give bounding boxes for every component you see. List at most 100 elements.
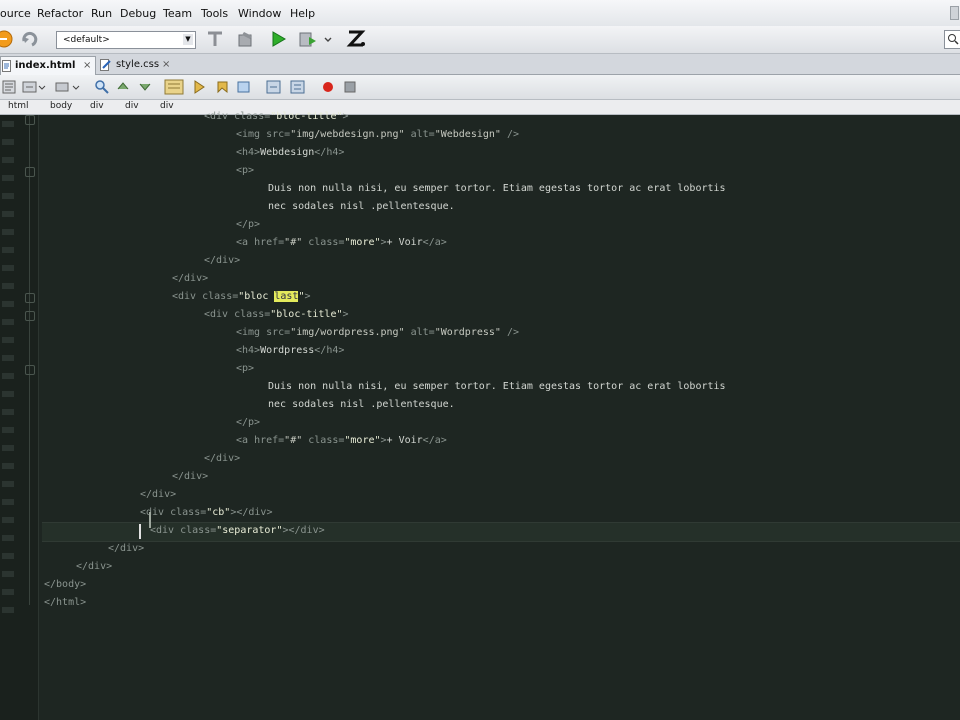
code-token: <div: [204, 309, 235, 320]
start-macro-recording-icon[interactable]: [320, 79, 336, 95]
window-control-handle[interactable]: [950, 6, 959, 20]
menu-tools[interactable]: Tools: [201, 7, 228, 20]
redo-icon[interactable]: [20, 29, 40, 49]
code-line[interactable]: </html>: [44, 594, 86, 612]
code-line[interactable]: nec sodales nisl .pellentesque.: [268, 198, 455, 216]
code-token: </p>: [236, 417, 261, 428]
code-token: <div: [140, 507, 171, 518]
code-token: </div>: [76, 561, 113, 572]
shift-right-icon[interactable]: [290, 79, 306, 95]
configuration-select[interactable]: <default> ▼: [56, 31, 196, 49]
code-token: </a>: [422, 237, 447, 248]
code-token: <img: [236, 129, 267, 140]
code-line[interactable]: Duis non nulla nisi, eu semper tortor. E…: [268, 378, 726, 396]
code-line[interactable]: <div class="separator"></div>: [150, 522, 325, 540]
find-next-icon[interactable]: [138, 79, 154, 95]
code-token: </p>: [236, 219, 261, 230]
build-icon[interactable]: [236, 29, 256, 49]
toggle-highlight-icon[interactable]: [164, 79, 184, 95]
code-token: <h4>: [236, 147, 261, 158]
run-icon[interactable]: [268, 29, 288, 49]
history-icon[interactable]: [22, 79, 38, 95]
code-token: ></div>: [282, 525, 325, 536]
breadcrumb-div[interactable]: div: [90, 101, 104, 111]
code-token: <div: [150, 525, 181, 536]
code-line[interactable]: <div class="bloc last">: [172, 288, 311, 306]
editor-toolbar: [0, 75, 960, 100]
editor-tabs: index.html × style.css ×: [0, 54, 960, 75]
html-file-icon: [2, 60, 11, 72]
code-line[interactable]: <img src="img/webdesign.png" alt="Webdes…: [236, 126, 519, 144]
code-line[interactable]: <div class="bloc-title">: [204, 306, 349, 324]
code-line[interactable]: <img src="img/wordpress.png" alt="Wordpr…: [236, 324, 519, 342]
chevron-down-icon[interactable]: [72, 79, 80, 95]
clean-icon[interactable]: [205, 29, 225, 49]
tab-style-css[interactable]: style.css ×: [98, 56, 174, 74]
menu-team[interactable]: Team: [163, 7, 192, 20]
previous-bookmark-icon[interactable]: [192, 79, 208, 95]
find-icon[interactable]: [94, 79, 110, 95]
code-line[interactable]: Duis non nulla nisi, eu semper tortor. E…: [268, 180, 726, 198]
code-token: "bloc-title": [270, 111, 343, 122]
undo-icon[interactable]: [0, 29, 14, 49]
chevron-down-icon[interactable]: [38, 79, 46, 95]
menu-help[interactable]: Help: [290, 7, 315, 20]
code-line[interactable]: </p>: [236, 216, 260, 234]
stop-macro-recording-icon[interactable]: [342, 79, 358, 95]
tab-index-html[interactable]: index.html ×: [0, 56, 96, 75]
code-editor[interactable]: <div class="bloc-title"> <img src="img/we…: [0, 111, 960, 720]
find-previous-icon[interactable]: [116, 79, 132, 95]
search-input[interactable]: [944, 30, 960, 49]
breadcrumb-html[interactable]: html: [8, 101, 29, 111]
breadcrumb-div[interactable]: div: [125, 101, 139, 111]
code-line[interactable]: </p>: [236, 414, 260, 432]
code-line[interactable]: <a href="#" class="more">+ Voir</a>: [236, 234, 447, 252]
source-view-icon[interactable]: [2, 79, 18, 95]
chevron-down-icon[interactable]: [322, 29, 334, 49]
menu-run[interactable]: Run: [91, 7, 112, 20]
code-token: class=: [180, 525, 217, 536]
code-line[interactable]: <div class="cb"></div>: [140, 504, 272, 522]
code-line[interactable]: <p>: [236, 162, 254, 180]
code-token: >: [304, 291, 311, 302]
back-icon[interactable]: [54, 79, 70, 95]
code-line[interactable]: <h4>Wordpress</h4>: [236, 342, 344, 360]
code-line[interactable]: nec sodales nisl .pellentesque.: [268, 396, 455, 414]
code-line[interactable]: <p>: [236, 360, 254, 378]
code-token: >: [342, 111, 349, 122]
toggle-bookmark-icon[interactable]: [236, 79, 252, 95]
code-token: Wordpress: [260, 345, 315, 356]
zend-icon[interactable]: [346, 29, 366, 49]
code-token: <a: [236, 237, 255, 248]
code-token: />: [500, 129, 519, 140]
code-line[interactable]: </div>: [172, 270, 208, 288]
code-line[interactable]: </body>: [44, 576, 86, 594]
menu-refactor[interactable]: Refactor: [37, 7, 83, 20]
chevron-down-icon[interactable]: ▼: [183, 34, 193, 45]
menu-source[interactable]: ource: [0, 7, 31, 20]
debug-icon[interactable]: [298, 29, 318, 49]
next-bookmark-icon[interactable]: [214, 79, 230, 95]
code-line[interactable]: </div>: [204, 450, 240, 468]
code-line[interactable]: <a href="#" class="more">+ Voir</a>: [236, 432, 447, 450]
close-icon[interactable]: ×: [83, 57, 91, 75]
code-token: >: [342, 309, 349, 320]
menu-window[interactable]: Window: [238, 7, 281, 20]
breadcrumb-div[interactable]: div: [160, 101, 174, 111]
code-token: "img/wordpress.png": [290, 327, 405, 338]
code-token: </h4>: [314, 147, 345, 158]
shift-left-icon[interactable]: [266, 79, 282, 95]
code-line[interactable]: <h4>Webdesign</h4>: [236, 144, 344, 162]
menu-debug[interactable]: Debug: [120, 7, 156, 20]
code-line[interactable]: </div>: [140, 486, 176, 504]
code-line[interactable]: </div>: [76, 558, 112, 576]
code-line[interactable]: </div>: [204, 252, 240, 270]
code-line[interactable]: <div class="bloc-title">: [204, 108, 349, 126]
code-area[interactable]: <div class="bloc-title"> <img src="img/we…: [0, 111, 960, 720]
code-token: class=: [170, 507, 207, 518]
breadcrumb-body[interactable]: body: [50, 101, 72, 111]
close-icon[interactable]: ×: [162, 56, 170, 74]
code-line[interactable]: </div>: [172, 468, 208, 486]
code-token: class=: [234, 309, 271, 320]
code-line[interactable]: </div>: [108, 540, 144, 558]
